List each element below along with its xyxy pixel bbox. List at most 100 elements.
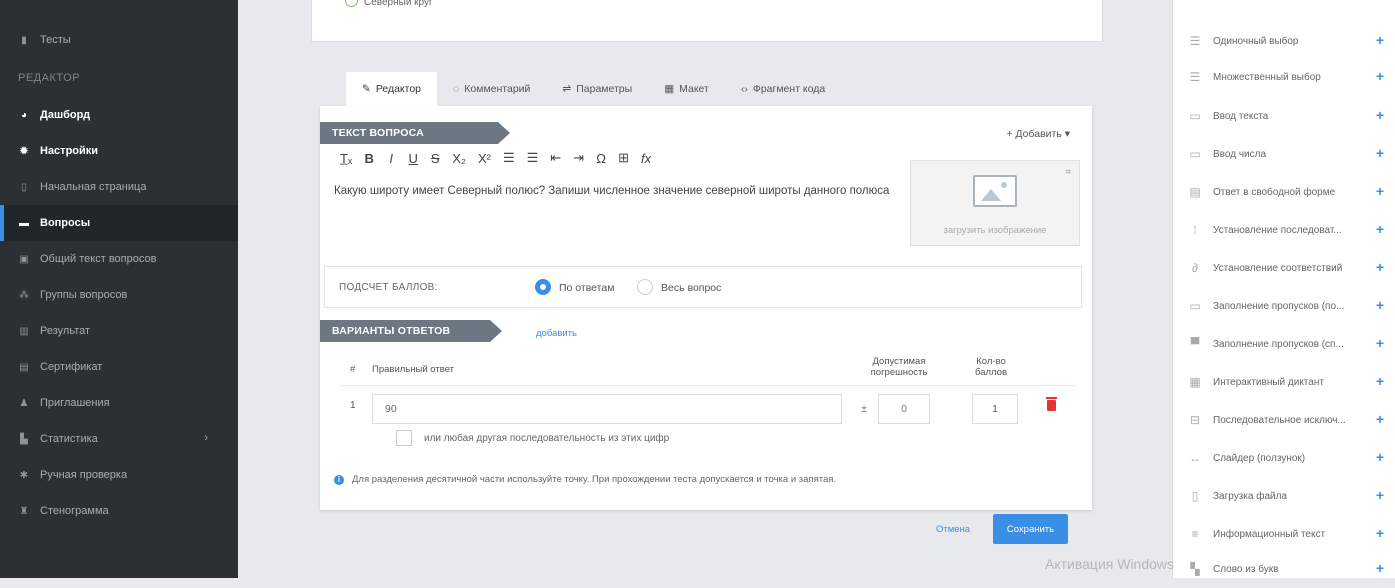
tab-label: Фрагмент кода — [752, 83, 826, 95]
sidebar-item-tests[interactable]: ▮ Тесты — [0, 22, 238, 58]
sidebar-item-result[interactable]: ▥ Результат — [0, 313, 238, 349]
formula-icon[interactable]: fx — [641, 151, 651, 166]
questions-icon: ▬ — [19, 217, 29, 229]
elimination-icon: ⊟ — [1189, 413, 1201, 427]
type-file-upload[interactable]: ▯ Загрузка файла + — [1173, 477, 1395, 515]
single-choice-icon: ☰ — [1189, 34, 1201, 48]
type-elimination[interactable]: ⊟ Последовательное исключ... + — [1173, 401, 1395, 439]
sidebar-item-dashboard[interactable]: ◕ Дашборд — [0, 97, 238, 133]
stats-icon: ▙ — [20, 433, 28, 445]
type-match[interactable]: ∂ Установление соответствий + — [1173, 249, 1395, 287]
add-type-icon[interactable]: + — [1376, 145, 1384, 161]
sidebar-item-statistics[interactable]: ▙ Статистика › — [0, 421, 238, 457]
bold-icon[interactable]: B — [364, 151, 374, 166]
sidebar-item-groups[interactable]: ⁂ Группы вопросов — [0, 277, 238, 313]
type-info-text[interactable]: ≡ Информационный текст + — [1173, 515, 1395, 553]
cancel-button[interactable]: Отмена — [936, 524, 970, 535]
upload-caption: загрузить изображение — [943, 225, 1047, 236]
delete-icon[interactable] — [1046, 397, 1057, 411]
italic-icon[interactable]: I — [386, 151, 396, 166]
dashboard-icon: ◕ — [20, 109, 28, 121]
bullet-list-icon[interactable]: ☰ — [527, 150, 539, 166]
type-multi-choice[interactable]: ☰ Множественный выбор + — [1173, 58, 1395, 96]
superscript-icon[interactable]: X² — [478, 151, 491, 166]
tolerance-input[interactable]: 0 — [878, 394, 930, 424]
option-radio[interactable] — [345, 0, 358, 7]
underline-icon[interactable]: U — [408, 151, 418, 166]
tab-parameters[interactable]: ⇌ Параметры — [546, 72, 648, 106]
add-type-icon[interactable]: + — [1376, 560, 1384, 576]
scoring-by-answers-radio[interactable] — [535, 279, 551, 295]
add-type-icon[interactable]: + — [1376, 68, 1384, 84]
slider-icon: ↔ — [1189, 451, 1201, 465]
type-fill-gaps-list[interactable]: ▀ Заполнение пропусков (сп... + — [1173, 325, 1395, 363]
points-input[interactable]: 1 — [972, 394, 1018, 424]
col-hash: # — [350, 364, 356, 375]
table-icon[interactable]: ⊞ — [618, 150, 629, 166]
add-type-icon[interactable]: + — [1376, 373, 1384, 389]
type-letters[interactable]: ▚ Слово из букв + — [1173, 550, 1395, 588]
fill-gaps-list-icon: ▀ — [1190, 337, 1200, 351]
main-area: Северный круг ✎ Редактор ◌ Комментарий ⇌ Па… — [238, 0, 1172, 578]
sidebar-item-transcript[interactable]: ♜ Стенограмма — [0, 493, 238, 529]
add-dropdown[interactable]: + Добавить ▾ — [1006, 128, 1070, 140]
add-type-icon[interactable]: + — [1376, 335, 1384, 351]
sidebar-item-questions[interactable]: ▬ Вопросы — [0, 205, 238, 241]
add-type-icon[interactable]: + — [1376, 525, 1384, 541]
col-points-line1: Кол-во — [976, 356, 1006, 367]
add-type-icon[interactable]: + — [1376, 32, 1384, 48]
sidebar-item-start-page[interactable]: ▯ Начальная страница — [0, 169, 238, 205]
add-answer-link[interactable]: добавить — [536, 328, 577, 339]
type-fill-gaps[interactable]: ▭ Заполнение пропусков (по... + — [1173, 287, 1395, 325]
type-number-input[interactable]: ▭ Ввод числа + — [1173, 135, 1395, 173]
type-sequence[interactable]: ⁞ Установление последоват... + — [1173, 211, 1395, 249]
tab-editor[interactable]: ✎ Редактор — [346, 72, 438, 106]
layout-icon: ▦ — [664, 83, 675, 95]
add-type-icon[interactable]: + — [1376, 411, 1384, 427]
tab-comment[interactable]: ◌ Комментарий — [437, 72, 546, 106]
add-type-icon[interactable]: + — [1376, 259, 1384, 275]
row-number: 1 — [350, 400, 356, 411]
clear-format-icon[interactable]: T̲ₓ — [340, 151, 352, 166]
image-upload[interactable]: ⌗ загрузить изображение — [910, 160, 1080, 246]
sidebar-item-common-text[interactable]: ▣ Общий текст вопросов — [0, 241, 238, 277]
tab-code[interactable]: ‹› Фрагмент кода — [725, 72, 841, 106]
tab-layout[interactable]: ▦ Макет — [648, 72, 725, 106]
type-dictation[interactable]: ▦ Интерактивный диктант + — [1173, 363, 1395, 401]
add-type-icon[interactable]: + — [1376, 221, 1384, 237]
code-icon: ‹› — [740, 83, 748, 95]
sliders-icon: ⇌ — [562, 83, 572, 95]
tab-label: Редактор — [375, 83, 422, 95]
answer-input[interactable]: 90 — [372, 394, 842, 424]
strike-icon[interactable]: S — [430, 151, 440, 166]
add-type-icon[interactable]: + — [1376, 183, 1384, 199]
sidebar-item-certificate[interactable]: ▤ Сертификат — [0, 349, 238, 385]
text-icon: ▣ — [19, 253, 29, 265]
info-text: Для разделения десятичной части использу… — [352, 474, 837, 485]
col-tolerance-line1: Допустимая — [872, 356, 926, 367]
subscript-icon[interactable]: X₂ — [452, 151, 466, 166]
any-sequence-checkbox[interactable] — [396, 430, 412, 446]
scoring-whole-question-radio[interactable] — [637, 279, 653, 295]
omega-icon[interactable]: Ω — [596, 151, 606, 166]
type-text-input[interactable]: ▭ Ввод текста + — [1173, 97, 1395, 135]
type-single-choice[interactable]: ☰ Одиночный выбор + — [1173, 22, 1395, 60]
question-text-area[interactable]: Какую широту имеет Северный полюс? Запиш… — [334, 184, 894, 198]
type-free-form[interactable]: ▤ Ответ в свободной форме + — [1173, 173, 1395, 211]
sidebar-item-manual-check[interactable]: ✱ Ручная проверка — [0, 457, 238, 493]
add-type-icon[interactable]: + — [1376, 449, 1384, 465]
outdent-icon[interactable]: ⇤ — [550, 150, 561, 166]
crop-icon[interactable]: ⌗ — [1065, 167, 1071, 178]
save-button[interactable]: Сохранить — [993, 514, 1068, 544]
indent-icon[interactable]: ⇥ — [573, 150, 584, 166]
text-input-icon: ▭ — [1189, 109, 1201, 123]
sidebar-item-invitations[interactable]: ♟ Приглашения — [0, 385, 238, 421]
add-type-icon[interactable]: + — [1376, 297, 1384, 313]
add-type-icon[interactable]: + — [1376, 487, 1384, 503]
sequence-icon: ⁞ — [1193, 223, 1197, 237]
type-slider[interactable]: ↔ Слайдер (ползунок) + — [1173, 439, 1395, 477]
ordered-list-icon[interactable]: ☰ — [503, 150, 515, 166]
add-type-icon[interactable]: + — [1376, 107, 1384, 123]
page-icon: ▯ — [21, 181, 27, 193]
sidebar-item-settings[interactable]: ✹ Настройки — [0, 133, 238, 169]
